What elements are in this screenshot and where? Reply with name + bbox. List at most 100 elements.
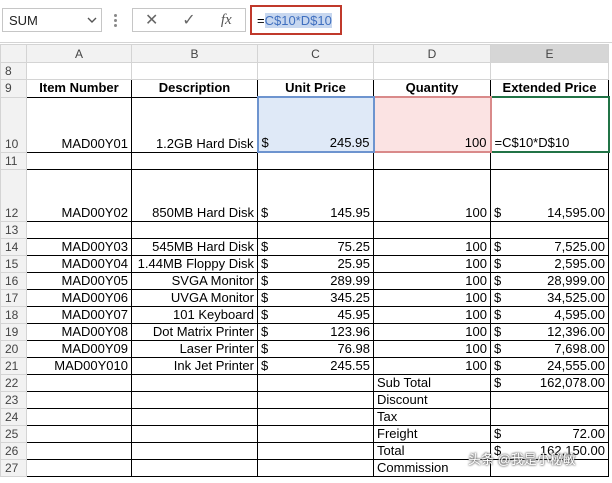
- enter-icon[interactable]: ✓: [179, 10, 199, 30]
- cell-unit-price-ref[interactable]: $245.95: [256, 96, 375, 153]
- row-header[interactable]: 25: [0, 424, 27, 443]
- summary-label[interactable]: Tax: [373, 407, 491, 426]
- spreadsheet-grid[interactable]: A B C D E 8 9 Item Number Description Un…: [0, 44, 610, 477]
- cell-unit-price[interactable]: $245.55: [257, 356, 374, 375]
- cell[interactable]: [131, 424, 258, 443]
- cell-item[interactable]: MAD00Y06: [26, 288, 132, 307]
- cell-unit-price[interactable]: $45.95: [257, 305, 374, 324]
- cancel-icon[interactable]: ✕: [142, 10, 162, 30]
- cell-unit-price[interactable]: $75.25: [257, 237, 374, 256]
- active-cell-formula[interactable]: =C$10*D$10: [489, 96, 610, 153]
- cell-unit-price[interactable]: $345.25: [257, 288, 374, 307]
- cell[interactable]: [373, 220, 491, 239]
- cell-item[interactable]: MAD00Y02: [26, 168, 132, 222]
- summary-value[interactable]: [490, 407, 609, 426]
- row-header[interactable]: 13: [0, 220, 27, 239]
- column-header-e[interactable]: E: [490, 44, 609, 63]
- summary-value[interactable]: $72.00: [490, 424, 609, 443]
- insert-function-icon[interactable]: fx: [216, 10, 236, 30]
- cell-extended-price[interactable]: $24,555.00: [490, 356, 609, 375]
- cell-extended-price[interactable]: $12,396.00: [490, 322, 609, 341]
- cell-item[interactable]: MAD00Y010: [26, 356, 132, 375]
- cell[interactable]: [257, 424, 374, 443]
- cell-quantity-ref[interactable]: 100: [372, 96, 492, 153]
- cell[interactable]: [26, 441, 132, 460]
- cell[interactable]: [257, 220, 374, 239]
- cell-extended-price[interactable]: $2,595.00: [490, 254, 609, 273]
- cell-extended-price[interactable]: $7,698.00: [490, 339, 609, 358]
- header-item-number[interactable]: Item Number: [26, 79, 132, 98]
- header-description[interactable]: Description: [131, 79, 258, 98]
- cell[interactable]: [131, 62, 258, 80]
- cell[interactable]: [257, 407, 374, 426]
- cell-unit-price[interactable]: $145.95: [257, 168, 374, 222]
- row-header[interactable]: 26: [0, 441, 27, 460]
- cell-description[interactable]: 101 Keyboard: [131, 305, 258, 324]
- cell[interactable]: [490, 151, 609, 170]
- row-header[interactable]: 16: [0, 271, 27, 290]
- cell-unit-price[interactable]: $289.99: [257, 271, 374, 290]
- formula-bar[interactable]: = C$10*D$10: [250, 5, 342, 35]
- cell-description[interactable]: Laser Printer: [131, 339, 258, 358]
- cell-quantity[interactable]: 100: [373, 305, 491, 324]
- row-header[interactable]: 10: [0, 96, 27, 153]
- header-unit-price[interactable]: Unit Price: [257, 79, 374, 98]
- cell[interactable]: [257, 62, 374, 80]
- cell-quantity[interactable]: 100: [373, 271, 491, 290]
- cell-extended-price[interactable]: $7,525.00: [490, 237, 609, 256]
- cell-quantity[interactable]: 100: [373, 339, 491, 358]
- row-header[interactable]: 15: [0, 254, 27, 273]
- cell-unit-price[interactable]: $76.98: [257, 339, 374, 358]
- cell-extended-price[interactable]: $4,595.00: [490, 305, 609, 324]
- cell-item[interactable]: MAD00Y09: [26, 339, 132, 358]
- cell-item[interactable]: MAD00Y05: [26, 271, 132, 290]
- cell[interactable]: [26, 373, 132, 392]
- cell[interactable]: [257, 458, 374, 477]
- cell-extended-price[interactable]: $28,999.00: [490, 271, 609, 290]
- cell[interactable]: [131, 390, 258, 409]
- cell-item[interactable]: MAD00Y03: [26, 237, 132, 256]
- row-header[interactable]: 21: [0, 356, 27, 375]
- cell[interactable]: [26, 390, 132, 409]
- cell-item[interactable]: MAD00Y08: [26, 322, 132, 341]
- cell-item[interactable]: MAD00Y01: [26, 96, 132, 153]
- row-header[interactable]: 14: [0, 237, 27, 256]
- row-header[interactable]: 18: [0, 305, 27, 324]
- cell[interactable]: [373, 151, 491, 170]
- cell-quantity[interactable]: 100: [373, 322, 491, 341]
- row-header[interactable]: 23: [0, 390, 27, 409]
- cell-unit-price[interactable]: $123.96: [257, 322, 374, 341]
- cell[interactable]: [257, 390, 374, 409]
- row-header[interactable]: 9: [0, 79, 27, 98]
- cell-description[interactable]: 850MB Hard Disk: [131, 168, 258, 222]
- column-header-b[interactable]: B: [131, 44, 258, 63]
- row-header[interactable]: 22: [0, 373, 27, 392]
- cell-item[interactable]: MAD00Y04: [26, 254, 132, 273]
- cell-description[interactable]: 1.44MB Floppy Disk: [131, 254, 258, 273]
- row-header[interactable]: 24: [0, 407, 27, 426]
- cell-quantity[interactable]: 100: [373, 254, 491, 273]
- summary-label[interactable]: Discount: [373, 390, 491, 409]
- summary-label[interactable]: Sub Total: [373, 373, 491, 392]
- cell-description[interactable]: Ink Jet Printer: [131, 356, 258, 375]
- cell-unit-price[interactable]: $25.95: [257, 254, 374, 273]
- cell[interactable]: [131, 373, 258, 392]
- row-header[interactable]: 20: [0, 339, 27, 358]
- cell[interactable]: [26, 220, 132, 239]
- cell-description[interactable]: SVGA Monitor: [131, 271, 258, 290]
- column-header-d[interactable]: D: [373, 44, 491, 63]
- summary-label[interactable]: Freight: [373, 424, 491, 443]
- cell-extended-price[interactable]: $34,525.00: [490, 288, 609, 307]
- cell[interactable]: [257, 373, 374, 392]
- cell-quantity[interactable]: 100: [373, 237, 491, 256]
- cell-extended-price[interactable]: $14,595.00: [490, 168, 609, 222]
- header-quantity[interactable]: Quantity: [373, 79, 491, 98]
- cell[interactable]: [490, 220, 609, 239]
- cell-item[interactable]: MAD00Y07: [26, 305, 132, 324]
- row-header[interactable]: 11: [0, 151, 27, 170]
- row-header[interactable]: 17: [0, 288, 27, 307]
- summary-value[interactable]: $162,078.00: [490, 373, 609, 392]
- cell[interactable]: [131, 220, 258, 239]
- row-header[interactable]: 19: [0, 322, 27, 341]
- cell[interactable]: [26, 62, 132, 80]
